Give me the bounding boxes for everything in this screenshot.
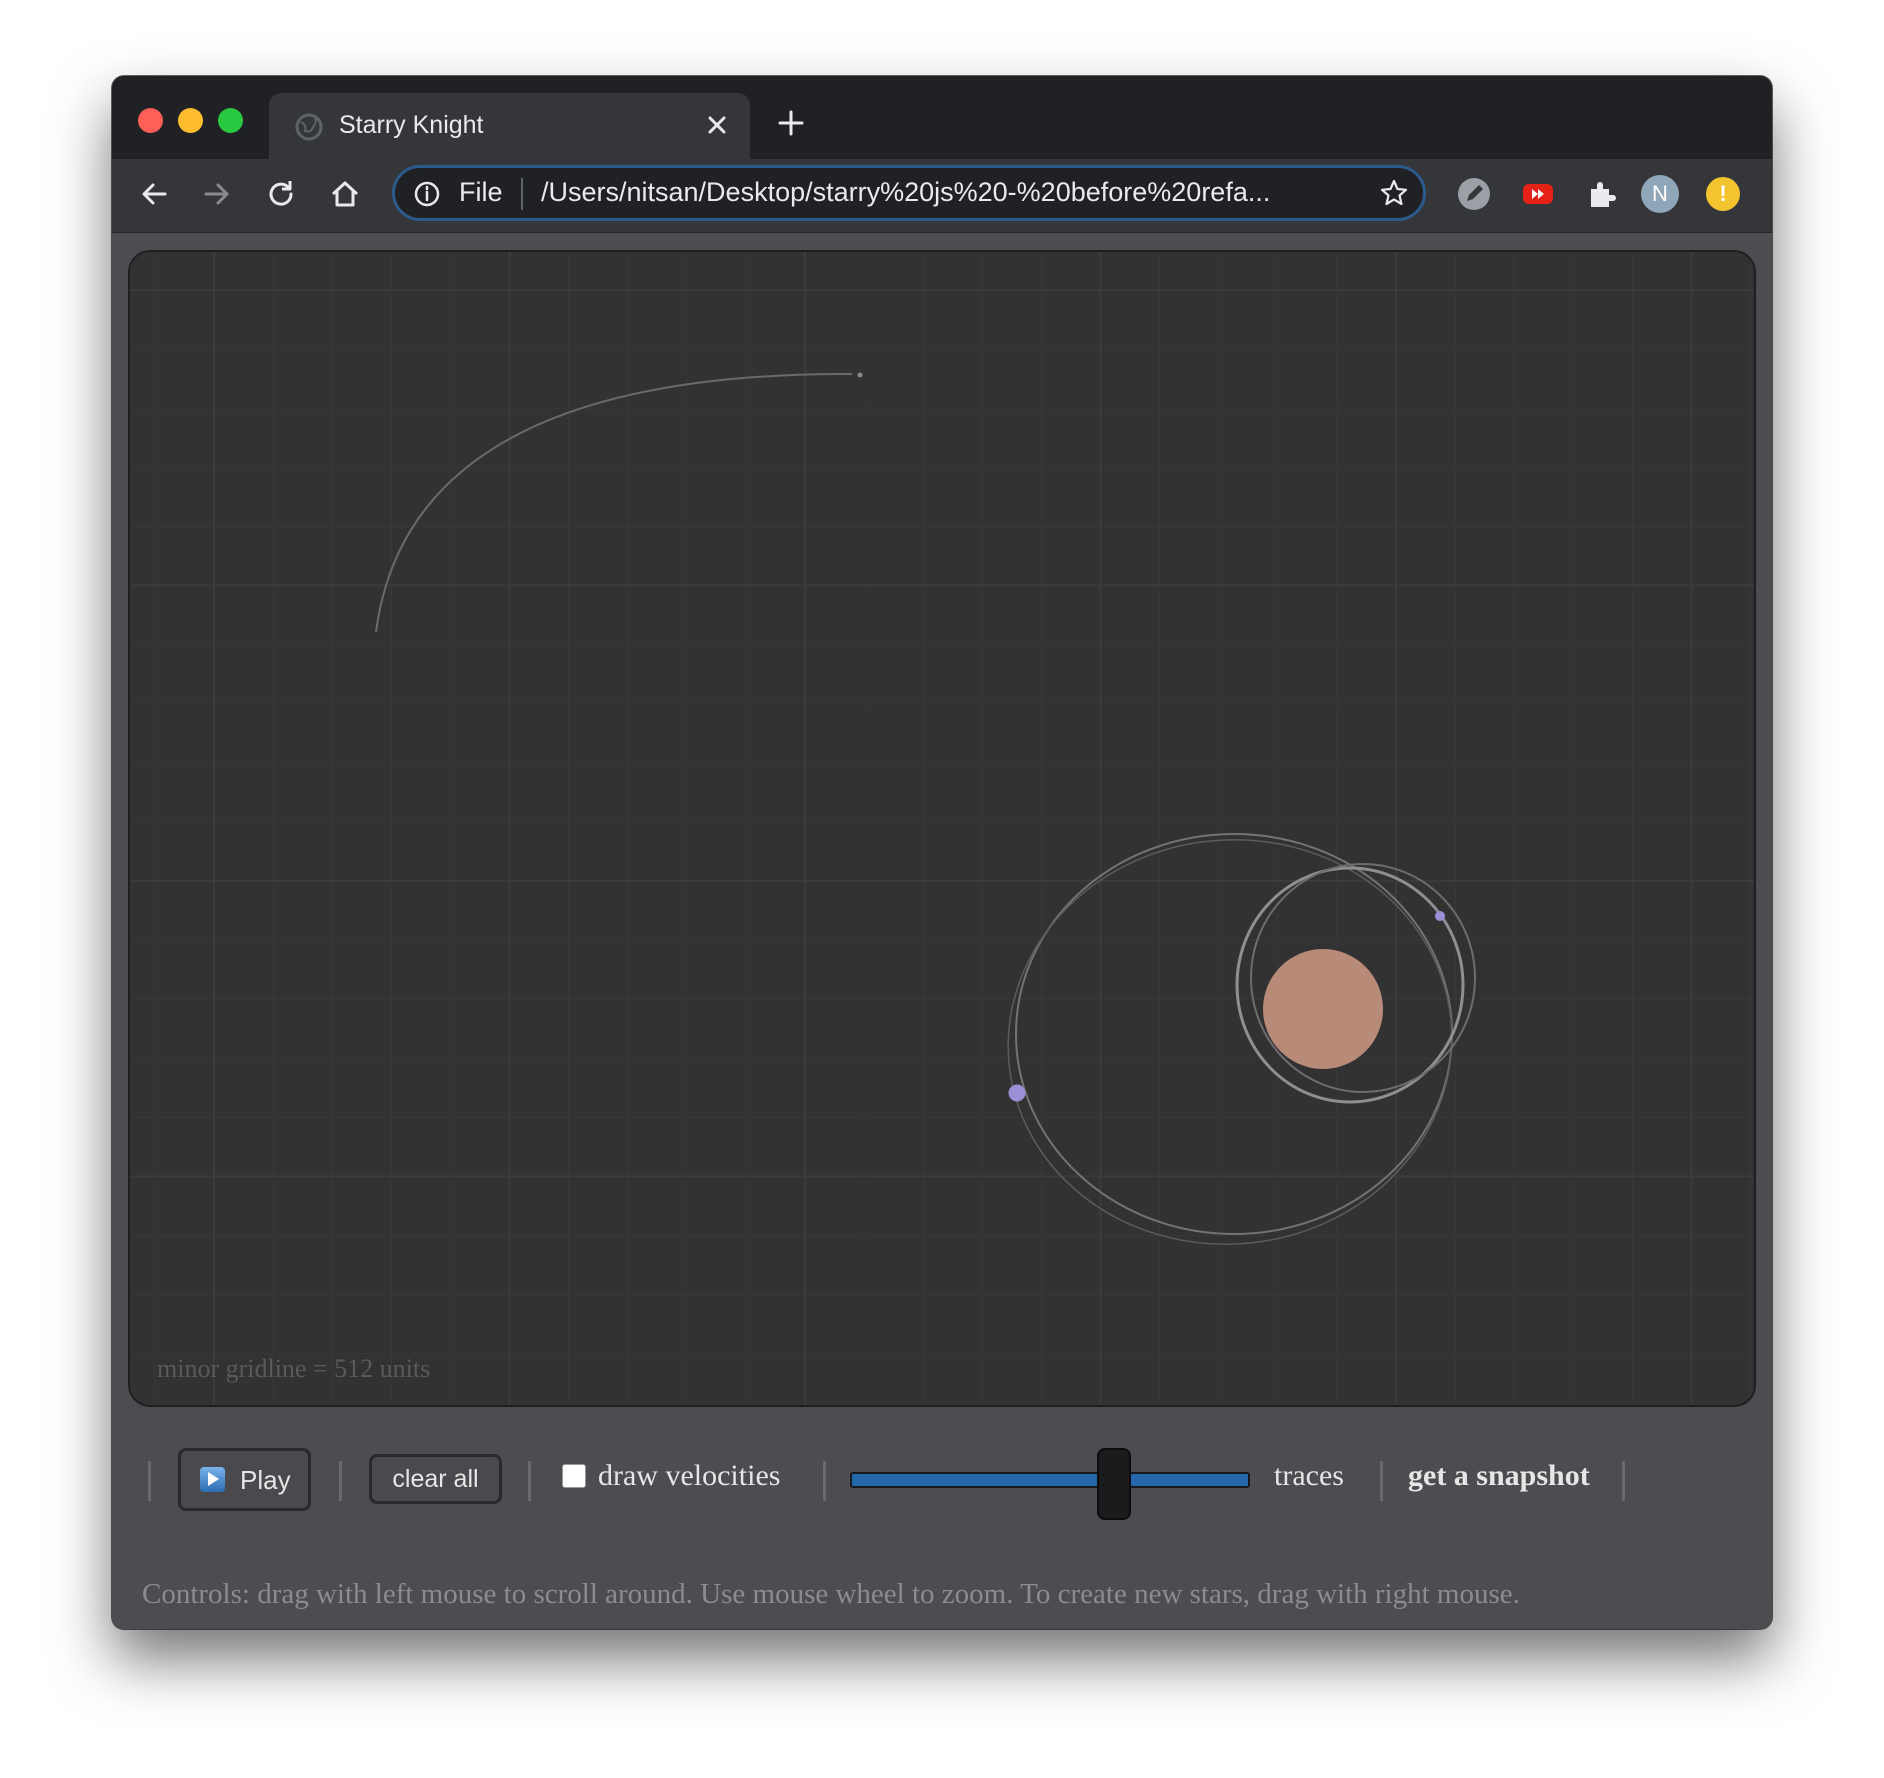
orbit-trace-arc	[375, 372, 853, 633]
profile-avatar[interactable]: N	[1641, 175, 1679, 213]
draw-velocities-checkbox[interactable]	[562, 1464, 586, 1488]
simulation-drawing	[130, 252, 1754, 1405]
traces-label: traces	[1274, 1459, 1344, 1492]
home-icon[interactable]	[328, 177, 362, 211]
draw-velocities-label: draw velocities	[598, 1459, 781, 1492]
close-tab-icon[interactable]	[702, 110, 732, 140]
browser-window: Starry Knight File /Users/nitsan/Desktop…	[112, 76, 1772, 1629]
browser-toolbar: File /Users/nitsan/Desktop/starry%20js%2…	[112, 159, 1772, 233]
help-text: Controls: drag with left mouse to scroll…	[142, 1578, 1520, 1610]
extension-youtube-icon[interactable]	[1519, 175, 1557, 213]
divider	[148, 1461, 151, 1501]
extension-pencil-icon[interactable]	[1455, 175, 1493, 213]
reload-icon[interactable]	[264, 177, 298, 211]
maximize-window-button[interactable]	[218, 108, 243, 133]
back-arrow-icon[interactable]	[137, 177, 171, 211]
url-scheme: File	[459, 177, 503, 207]
close-window-button[interactable]	[138, 108, 163, 133]
play-label: Play	[240, 1465, 291, 1495]
play-button[interactable]: Play	[178, 1448, 311, 1511]
planet-small	[1435, 911, 1445, 921]
traces-slider-thumb[interactable]	[1097, 1448, 1131, 1520]
url-separator	[521, 178, 523, 210]
update-alert-icon[interactable]: !	[1706, 177, 1740, 211]
outer-orbit-trace-2	[1007, 839, 1453, 1245]
info-icon[interactable]	[413, 180, 441, 208]
divider	[339, 1461, 342, 1501]
scale-label: minor gridline = 512 units	[157, 1354, 431, 1383]
minimize-window-button[interactable]	[178, 108, 203, 133]
globe-icon	[295, 113, 323, 141]
url-text[interactable]: /Users/nitsan/Desktop/starry%20js%20-%20…	[541, 177, 1270, 208]
extensions-puzzle-icon[interactable]	[1583, 175, 1621, 213]
play-icon	[200, 1467, 225, 1492]
divider	[528, 1461, 531, 1501]
address-bar[interactable]: File /Users/nitsan/Desktop/starry%20js%2…	[392, 165, 1426, 221]
divider	[1622, 1461, 1625, 1501]
bookmark-star-icon[interactable]	[1379, 178, 1409, 208]
tab-title: Starry Knight	[339, 111, 484, 139]
traces-slider[interactable]	[850, 1472, 1250, 1488]
tab-bar: Starry Knight	[112, 76, 1772, 159]
simulation-canvas[interactable]: minor gridline = 512 units	[128, 250, 1756, 1407]
control-bar: Play clear all draw velocities traces ge…	[112, 1431, 1772, 1531]
browser-tab[interactable]: Starry Knight	[269, 93, 750, 159]
new-tab-icon[interactable]	[776, 108, 806, 138]
divider	[823, 1461, 826, 1501]
gridlines	[130, 252, 1754, 1405]
star	[1263, 949, 1383, 1069]
snapshot-link[interactable]: get a snapshot	[1408, 1459, 1590, 1493]
forward-arrow-icon[interactable]	[200, 177, 234, 211]
divider	[1380, 1461, 1383, 1501]
planet	[1008, 1084, 1026, 1102]
clear-all-button[interactable]: clear all	[369, 1454, 502, 1504]
small-body	[857, 372, 863, 378]
